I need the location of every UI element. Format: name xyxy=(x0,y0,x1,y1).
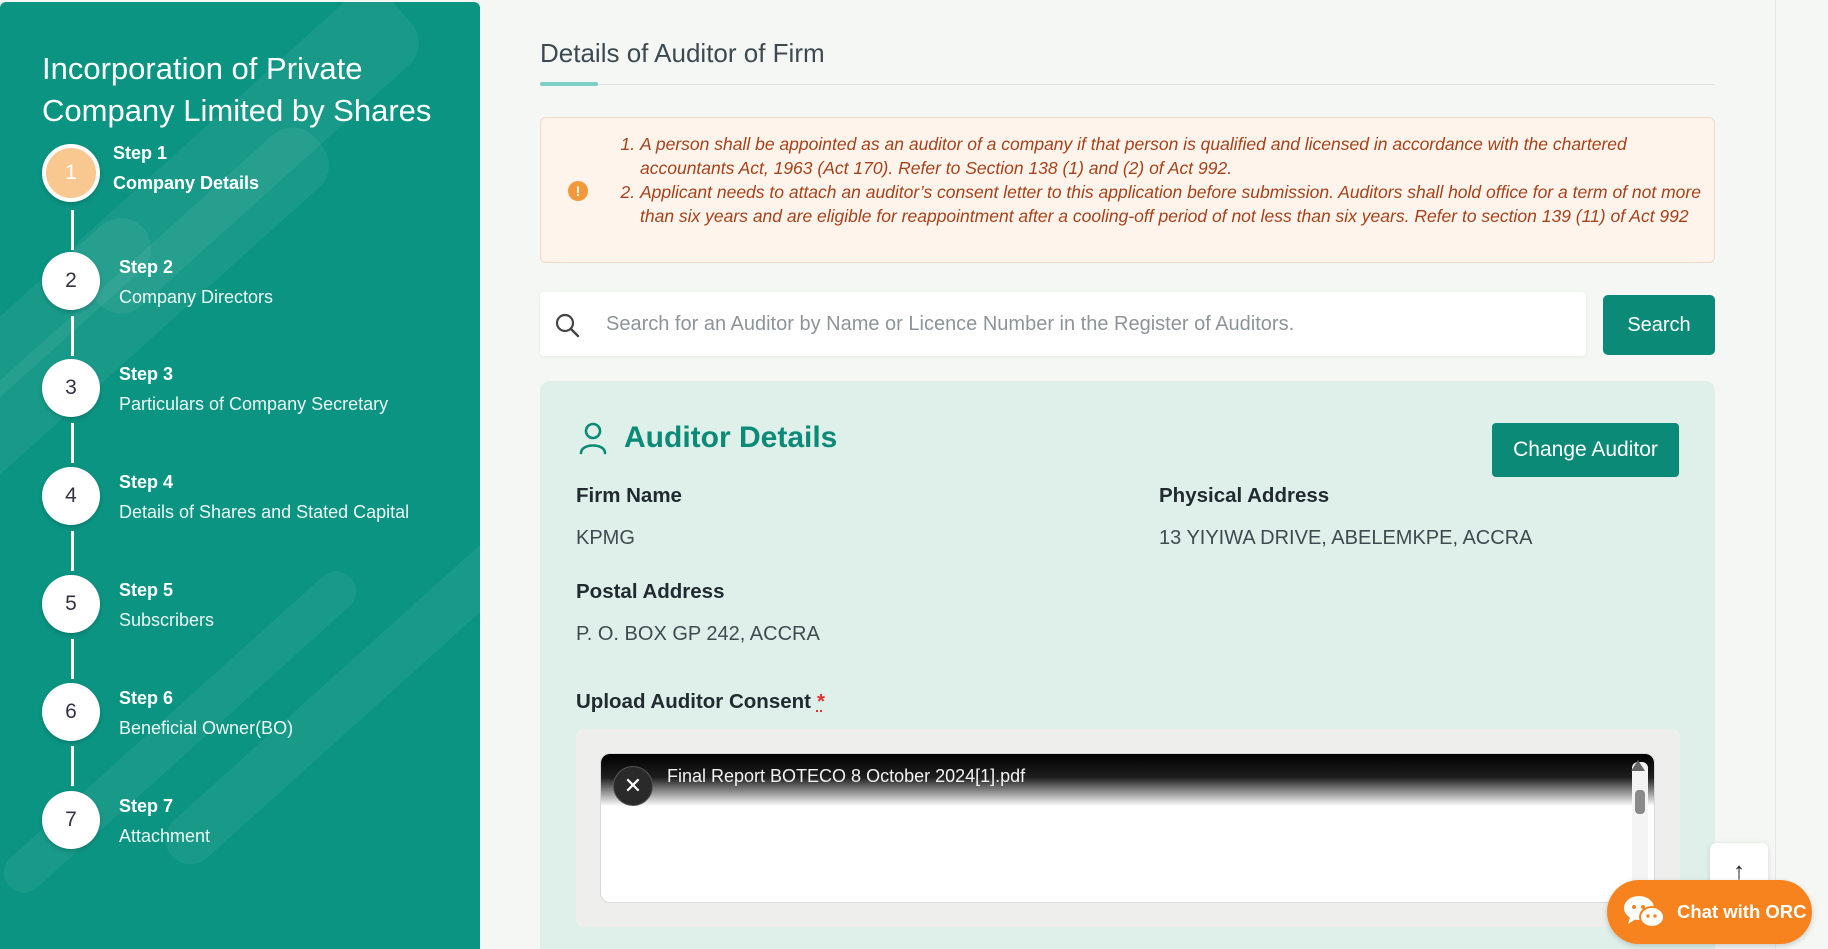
scroll-up-arrow-icon[interactable] xyxy=(1631,760,1645,771)
step-number: 4 xyxy=(42,467,100,525)
step-company-details[interactable]: 1 Step 1 Company Details xyxy=(42,143,472,208)
firm-name-value: KPMG xyxy=(576,527,635,549)
step-number: 3 xyxy=(42,359,100,417)
step-shares-capital[interactable]: 4 Step 4 Details of Shares and Stated Ca… xyxy=(42,467,472,531)
step-number: 1 xyxy=(42,144,100,202)
scrollbar-thumb[interactable] xyxy=(1635,790,1645,814)
change-auditor-button[interactable]: Change Auditor xyxy=(1492,423,1679,477)
search-icon xyxy=(555,313,580,338)
chat-label: Chat with ORC xyxy=(1677,901,1807,922)
step-list: 1 Step 1 Company Details 2 Step 2 Compan… xyxy=(0,2,480,949)
right-divider xyxy=(1775,0,1776,949)
main-content: Details of Auditor of Firm ! A person sh… xyxy=(540,0,1716,949)
page-title: Details of Auditor of Firm xyxy=(540,38,825,68)
notice-item: A person shall be appointed as an audito… xyxy=(640,132,1703,180)
step-label: Step 7 xyxy=(119,796,174,816)
step-desc: Beneficial Owner(BO) xyxy=(119,718,294,738)
upload-consent-label: Upload Auditor Consent * xyxy=(576,690,825,714)
auditor-search-box xyxy=(540,292,1586,356)
step-desc: Company Directors xyxy=(119,287,274,307)
chat-with-orc-button[interactable]: Chat with ORC xyxy=(1607,880,1812,944)
postal-address-value: P. O. BOX GP 242, ACCRA xyxy=(576,623,820,645)
physical-address-label: Physical Address xyxy=(1159,484,1330,507)
title-divider xyxy=(540,84,1715,85)
auditor-search-input[interactable] xyxy=(606,292,1566,356)
step-label: Step 2 xyxy=(119,257,174,277)
step-label: Step 5 xyxy=(119,580,174,600)
exclamation-icon: ! xyxy=(568,181,588,201)
notice-list: A person shall be appointed as an audito… xyxy=(618,132,1703,228)
firm-name-label: Firm Name xyxy=(576,484,682,507)
upload-consent-text: Upload Auditor Consent xyxy=(576,690,811,713)
postal-address-label: Postal Address xyxy=(576,580,725,603)
required-marker: * xyxy=(816,690,825,713)
step-desc: Details of Shares and Stated Capital xyxy=(119,502,410,522)
remove-file-button[interactable]: ✕ xyxy=(613,766,653,806)
uploaded-file-name: Final Report BOTECO 8 October 2024[1].pd… xyxy=(667,766,1026,786)
step-label: Step 4 xyxy=(119,472,174,492)
step-connector xyxy=(71,531,74,571)
step-label: Step 6 xyxy=(119,688,174,708)
step-company-secretary[interactable]: 3 Step 3 Particulars of Company Secretar… xyxy=(42,359,472,423)
step-desc: Company Details xyxy=(113,173,260,193)
auditor-details-title: Auditor Details xyxy=(624,421,838,454)
step-desc: Subscribers xyxy=(119,610,215,630)
upload-dropzone[interactable]: ✕ Final Report BOTECO 8 October 2024[1].… xyxy=(576,729,1680,927)
step-beneficial-owner[interactable]: 6 Step 6 Beneficial Owner(BO) xyxy=(42,683,472,747)
title-accent-bar xyxy=(540,82,598,86)
chat-bubbles-icon xyxy=(1624,896,1665,928)
preview-scrollbar[interactable] xyxy=(1632,762,1648,898)
step-subscribers[interactable]: 5 Step 5 Subscribers xyxy=(42,575,472,639)
step-number: 7 xyxy=(42,791,100,849)
step-connector xyxy=(71,639,74,679)
step-number: 5 xyxy=(42,575,100,633)
step-number: 2 xyxy=(42,252,100,310)
wizard-sidebar: Incorporation of Private Company Limited… xyxy=(0,2,480,949)
step-attachment[interactable]: 7 Step 7 Attachment xyxy=(42,791,472,855)
physical-address-value: 13 YIYIWA DRIVE, ABELEMKPE, ACCRA xyxy=(1159,527,1533,549)
step-label: Step 3 xyxy=(119,364,174,384)
step-connector xyxy=(71,210,74,250)
user-icon xyxy=(579,422,607,455)
step-number: 6 xyxy=(42,683,100,741)
step-company-directors[interactable]: 2 Step 2 Company Directors xyxy=(42,252,472,316)
step-label: Step 1 xyxy=(113,143,168,163)
auditor-notice: ! A person shall be appointed as an audi… xyxy=(540,117,1715,263)
step-connector xyxy=(71,316,74,356)
search-button[interactable]: Search xyxy=(1603,295,1715,355)
step-connector xyxy=(71,746,74,786)
step-desc: Particulars of Company Secretary xyxy=(119,394,389,414)
step-connector xyxy=(71,423,74,463)
notice-item: Applicant needs to attach an auditor’s c… xyxy=(640,180,1703,228)
auditor-details-card: Auditor Details Change Auditor Firm Name… xyxy=(540,381,1715,949)
uploaded-file-preview: ✕ Final Report BOTECO 8 October 2024[1].… xyxy=(600,753,1655,903)
step-desc: Attachment xyxy=(119,826,211,846)
